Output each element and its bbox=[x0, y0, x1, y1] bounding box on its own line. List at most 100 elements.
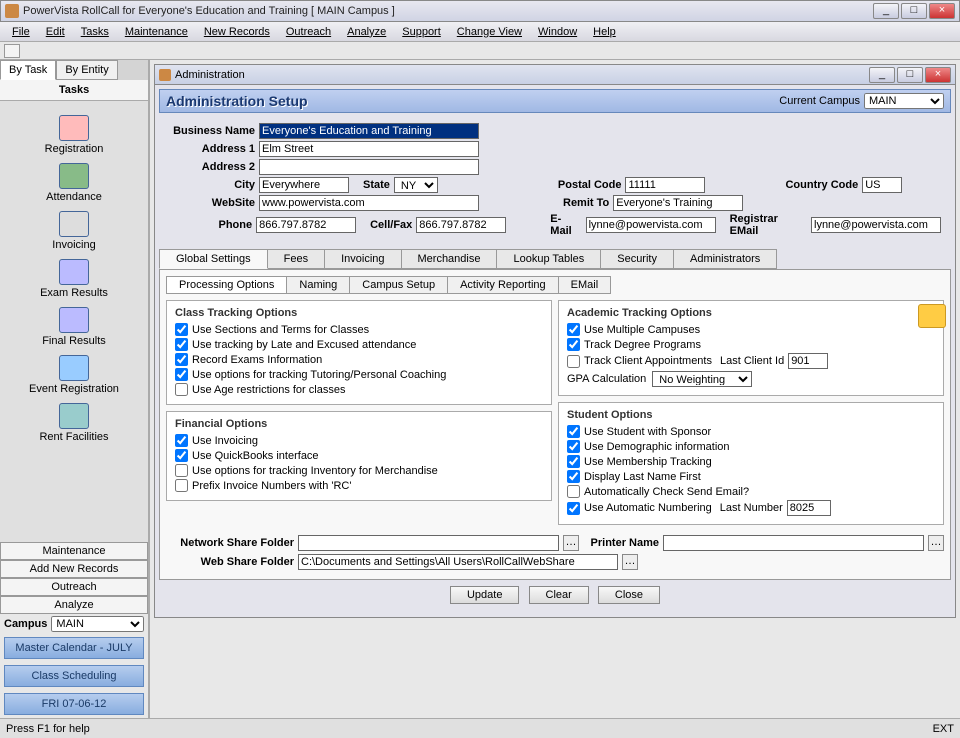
sidebar-add-new-records-button[interactable]: Add New Records bbox=[0, 560, 148, 578]
network-share-browse-button[interactable]: … bbox=[563, 535, 579, 551]
menu-file[interactable]: File bbox=[4, 24, 38, 40]
subtab-processing-options[interactable]: Processing Options bbox=[166, 276, 287, 294]
address1-label: Address 1 bbox=[169, 143, 259, 155]
chk-demographic[interactable] bbox=[567, 440, 580, 453]
mdi-minimize-button[interactable]: _ bbox=[869, 67, 895, 83]
cellfax-input[interactable] bbox=[416, 217, 506, 233]
sidebar-tab-by-entity[interactable]: By Entity bbox=[56, 60, 117, 80]
invoicing-icon bbox=[59, 211, 89, 237]
current-campus-select[interactable]: MAIN bbox=[864, 93, 944, 109]
subtab-campus-setup[interactable]: Campus Setup bbox=[349, 276, 448, 294]
tab-invoicing[interactable]: Invoicing bbox=[324, 249, 401, 269]
task-exam-results[interactable]: Exam Results bbox=[0, 259, 148, 299]
help-icon[interactable] bbox=[918, 304, 946, 328]
task-rent-facilities[interactable]: Rent Facilities bbox=[0, 403, 148, 443]
toolbar-button[interactable] bbox=[4, 44, 20, 58]
tab-lookup-tables[interactable]: Lookup Tables bbox=[496, 249, 601, 269]
registrar-input[interactable] bbox=[811, 217, 941, 233]
clear-button[interactable]: Clear bbox=[529, 586, 589, 604]
sidebar-outreach-button[interactable]: Outreach bbox=[0, 578, 148, 596]
tab-merchandise[interactable]: Merchandise bbox=[401, 249, 498, 269]
chk-lastname-first[interactable] bbox=[567, 470, 580, 483]
menu-help[interactable]: Help bbox=[585, 24, 624, 40]
registrar-label: Registrar EMail bbox=[730, 213, 807, 237]
sidebar-tab-by-task[interactable]: By Task bbox=[0, 60, 56, 80]
chk-auto-numbering[interactable] bbox=[567, 502, 580, 515]
gpa-select[interactable]: No Weighting bbox=[652, 371, 752, 387]
remit-input[interactable] bbox=[613, 195, 743, 211]
task-attendance[interactable]: Attendance bbox=[0, 163, 148, 203]
network-share-input[interactable] bbox=[298, 535, 559, 551]
phone-input[interactable] bbox=[256, 217, 356, 233]
web-share-browse-button[interactable]: … bbox=[622, 554, 638, 570]
postal-label: Postal Code bbox=[558, 179, 622, 191]
master-calendar-button[interactable]: Master Calendar - JULY bbox=[4, 637, 144, 659]
mdi-maximize-button[interactable]: □ bbox=[897, 67, 923, 83]
tab-administrators[interactable]: Administrators bbox=[673, 249, 777, 269]
menu-edit[interactable]: Edit bbox=[38, 24, 73, 40]
chk-auto-email[interactable] bbox=[567, 485, 580, 498]
tab-global-settings[interactable]: Global Settings bbox=[159, 249, 268, 269]
chk-membership[interactable] bbox=[567, 455, 580, 468]
close-form-button[interactable]: Close bbox=[598, 586, 660, 604]
web-share-input[interactable] bbox=[298, 554, 618, 570]
menu-new-records[interactable]: New Records bbox=[196, 24, 278, 40]
task-registration[interactable]: Registration bbox=[0, 115, 148, 155]
tab-fees[interactable]: Fees bbox=[267, 249, 325, 269]
chk-record-exams[interactable] bbox=[175, 353, 188, 366]
academic-tracking-group: Academic Tracking Options Use Multiple C… bbox=[558, 300, 944, 396]
sidebar-analyze-button[interactable]: Analyze bbox=[0, 596, 148, 614]
chk-inventory[interactable] bbox=[175, 464, 188, 477]
chk-late-excused[interactable] bbox=[175, 338, 188, 351]
chk-prefix-rc[interactable] bbox=[175, 479, 188, 492]
menu-maintenance[interactable]: Maintenance bbox=[117, 24, 196, 40]
state-select[interactable]: NY bbox=[394, 177, 438, 193]
address1-input[interactable] bbox=[259, 141, 479, 157]
subtab-activity-reporting[interactable]: Activity Reporting bbox=[447, 276, 559, 294]
campus-select[interactable]: MAIN bbox=[51, 616, 144, 632]
address2-label: Address 2 bbox=[169, 161, 259, 173]
close-button[interactable]: × bbox=[929, 3, 955, 19]
date-button[interactable]: FRI 07-06-12 bbox=[4, 693, 144, 715]
subtab-email[interactable]: EMail bbox=[558, 276, 612, 294]
country-input[interactable] bbox=[862, 177, 902, 193]
minimize-button[interactable]: _ bbox=[873, 3, 899, 19]
task-final-results[interactable]: Final Results bbox=[0, 307, 148, 347]
printer-input[interactable] bbox=[663, 535, 924, 551]
chk-use-invoicing[interactable] bbox=[175, 434, 188, 447]
subtab-naming[interactable]: Naming bbox=[286, 276, 350, 294]
city-input[interactable] bbox=[259, 177, 349, 193]
maximize-button[interactable]: □ bbox=[901, 3, 927, 19]
chk-client-appointments[interactable] bbox=[567, 355, 580, 368]
menu-window[interactable]: Window bbox=[530, 24, 585, 40]
chk-tutoring[interactable] bbox=[175, 368, 188, 381]
sidebar-maintenance-button[interactable]: Maintenance bbox=[0, 542, 148, 560]
printer-browse-button[interactable]: … bbox=[928, 535, 944, 551]
class-scheduling-button[interactable]: Class Scheduling bbox=[4, 665, 144, 687]
mdi-close-button[interactable]: × bbox=[925, 67, 951, 83]
website-input[interactable] bbox=[259, 195, 479, 211]
menu-analyze[interactable]: Analyze bbox=[339, 24, 394, 40]
chk-age-restrictions[interactable] bbox=[175, 383, 188, 396]
task-event-registration[interactable]: Event Registration bbox=[0, 355, 148, 395]
menubar: File Edit Tasks Maintenance New Records … bbox=[0, 22, 960, 42]
chk-quickbooks[interactable] bbox=[175, 449, 188, 462]
menu-support[interactable]: Support bbox=[394, 24, 449, 40]
chk-degree-programs[interactable] bbox=[567, 338, 580, 351]
business-name-input[interactable] bbox=[259, 123, 479, 139]
menu-change-view[interactable]: Change View bbox=[449, 24, 530, 40]
update-button[interactable]: Update bbox=[450, 586, 519, 604]
chk-sections-terms[interactable] bbox=[175, 323, 188, 336]
menu-tasks[interactable]: Tasks bbox=[73, 24, 117, 40]
class-tracking-group: Class Tracking Options Use Sections and … bbox=[166, 300, 552, 405]
menu-outreach[interactable]: Outreach bbox=[278, 24, 339, 40]
address2-input[interactable] bbox=[259, 159, 479, 175]
chk-student-sponsor[interactable] bbox=[567, 425, 580, 438]
last-client-input[interactable] bbox=[788, 353, 828, 369]
task-invoicing[interactable]: Invoicing bbox=[0, 211, 148, 251]
chk-multiple-campuses[interactable] bbox=[567, 323, 580, 336]
tab-security[interactable]: Security bbox=[600, 249, 674, 269]
email-input[interactable] bbox=[586, 217, 716, 233]
postal-input[interactable] bbox=[625, 177, 705, 193]
last-number-input[interactable] bbox=[787, 500, 831, 516]
